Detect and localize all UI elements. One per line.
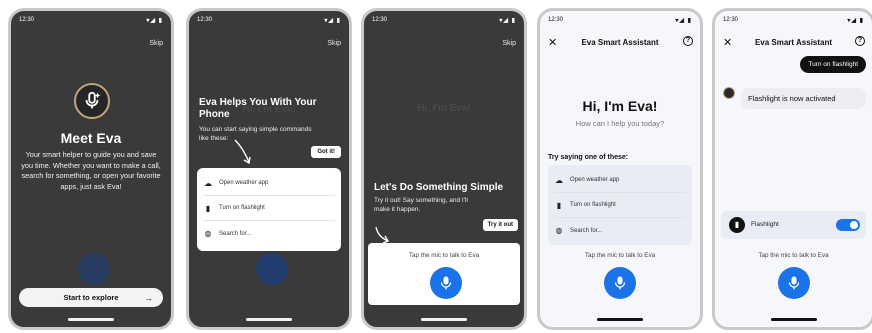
eva-logo-icon <box>74 83 110 119</box>
status-time: 12:30 <box>372 17 388 23</box>
status-time: 12:30 <box>548 17 564 23</box>
mic-button[interactable] <box>778 267 810 299</box>
arrow-right-icon: → <box>144 292 153 303</box>
status-time: 12:30 <box>19 17 35 23</box>
app-title: Eva Smart Assistant <box>754 38 833 47</box>
status-icons: ▾◢ ▮ <box>146 18 163 24</box>
gesture-bar <box>246 318 292 321</box>
status-bar: 12:30 ▾◢ ▮ <box>723 17 864 27</box>
suggestion-item[interactable]: ☁ Open weather app <box>554 168 686 193</box>
status-time: 12:30 <box>723 17 739 23</box>
mic-panel: Tap the mic to talk to Eva <box>368 243 520 305</box>
globe-icon: ◍ <box>204 229 212 238</box>
suggestion-item[interactable]: ◍ Search for... <box>554 218 686 243</box>
suggestion-item[interactable]: ◍ Search for... <box>203 221 335 246</box>
gesture-bar <box>770 318 817 321</box>
suggestions-card: ☁ Open weather app ▮ Turn on flashlight ◍ S… <box>548 165 692 245</box>
try-saying-label: Try saying one of these: <box>548 154 629 161</box>
flashlight-toggle-card: ▮ Flashlight <box>721 211 866 239</box>
phone-screen-assistant-home: 12:30 ▾◢ ▮ ✕ Eva Smart Assistant ? Hi, I… <box>537 8 703 330</box>
suggestions-card: ☁ Open weather app ▮ Turn on flashlight ◍ S… <box>197 168 341 251</box>
greeting-title: Hi, I'm Eva! <box>582 98 658 114</box>
mic-placeholder-icon <box>256 253 288 285</box>
assistant-message-bubble: Flashlight is now activated <box>741 88 866 109</box>
mic-button[interactable] <box>430 267 462 299</box>
suggestion-item[interactable]: ▮ Turn on flashlight <box>203 196 335 221</box>
skip-button[interactable]: Skip <box>327 40 341 47</box>
help-icon[interactable]: ? <box>855 36 865 46</box>
coach-subtitle: You can start saying simple commands lik… <box>199 126 312 142</box>
mic-icon <box>440 276 452 290</box>
flashlight-label: Flashlight <box>751 221 779 228</box>
tap-mic-hint: Tap the mic to talk to Eva <box>408 252 480 259</box>
coach-title: Let's Do Something Simple <box>374 182 504 193</box>
background-greeting: Hi, I'm Eva! <box>417 103 471 114</box>
suggestion-label: Open weather app <box>219 180 269 186</box>
app-title: Eva Smart Assistant <box>581 38 659 47</box>
phone-screen-flashlight-result: 12:30 ▾◢ ▮ ✕ Eva Smart Assistant ? Turn … <box>712 8 872 330</box>
mic-icon <box>614 276 626 290</box>
mic-button[interactable] <box>604 267 636 299</box>
flashlight-toggle[interactable] <box>836 219 860 231</box>
onboarding-screens: 12:30 ▾◢ ▮ Skip Meet Eva Your smart help… <box>0 0 872 333</box>
gesture-bar <box>597 318 643 321</box>
flashlight-icon: ▮ <box>556 200 562 210</box>
mic-placeholder-icon <box>78 253 110 285</box>
phone-screen-try-it: 12:30 ▾◢ ▮ Skip Hi, I'm Eva! Let's Do So… <box>361 8 527 330</box>
got-it-button[interactable]: Got it! <box>311 146 341 158</box>
suggestion-label: Search for... <box>570 227 603 234</box>
tap-mic-hint: Tap the mic to talk to Eva <box>584 252 656 259</box>
cloud-icon: ☁ <box>204 178 212 188</box>
hand-drawn-arrow-icon <box>375 226 390 244</box>
skip-button[interactable]: Skip <box>149 40 163 47</box>
intro-description: Your smart helper to guide you and save … <box>21 150 161 191</box>
phone-screen-helps-you: 12:30 ▾◢ ▮ Skip Hi, I'm Eva! Eva Helps Y… <box>186 8 352 330</box>
toggle-knob <box>850 221 858 229</box>
help-icon[interactable]: ? <box>683 36 693 46</box>
tap-mic-hint: Tap the mic to talk to Eva <box>758 252 829 259</box>
gesture-bar <box>68 318 114 321</box>
coach-title: Eva Helps You With Your Phone <box>199 97 317 120</box>
suggestion-label: Turn on flashlight <box>570 202 616 208</box>
suggestion-label: Search for... <box>219 230 252 237</box>
try-it-out-button[interactable]: Try it out <box>482 219 518 231</box>
status-time: 12:30 <box>197 17 213 23</box>
start-explore-button[interactable]: Start to explore → <box>19 288 163 307</box>
status-icons: ▾◢ ▮ <box>499 18 516 24</box>
status-icons: ▾◢ ▮ <box>324 18 341 24</box>
page-title: Meet Eva <box>60 130 122 146</box>
status-bar: 12:30 ▾◢ ▮ <box>548 17 692 27</box>
cloud-icon: ☁ <box>555 175 563 185</box>
globe-icon: ◍ <box>555 226 563 235</box>
status-bar: 12:30 ▾◢ ▮ <box>197 17 341 27</box>
flashlight-icon: ▮ <box>205 203 211 213</box>
suggestion-label: Turn on flashlight <box>219 205 265 211</box>
greeting-subtitle: How can I help you today? <box>575 119 665 128</box>
hand-drawn-arrow-icon <box>234 139 251 165</box>
suggestion-item[interactable]: ☁ Open weather app <box>203 171 335 196</box>
skip-button[interactable]: Skip <box>502 40 516 47</box>
suggestion-item[interactable]: ▮ Turn on flashlight <box>554 193 686 218</box>
phone-screen-meet-eva: 12:30 ▾◢ ▮ Skip Meet Eva Your smart help… <box>8 8 174 330</box>
user-message-bubble: Turn on flashlight <box>800 56 866 73</box>
status-icons: ▾◢ ▮ <box>847 18 864 24</box>
mic-icon <box>788 276 800 290</box>
flashlight-icon: ▮ <box>729 217 745 233</box>
status-icons: ▾◢ ▮ <box>675 18 692 24</box>
assistant-avatar <box>723 87 735 99</box>
status-bar: 12:30 ▾◢ ▮ <box>372 17 516 27</box>
gesture-bar <box>421 318 467 321</box>
start-explore-label: Start to explore <box>63 293 119 302</box>
coach-subtitle: Try it out! Say something, and I'll make… <box>374 197 468 213</box>
status-bar: 12:30 ▾◢ ▮ <box>19 17 163 27</box>
suggestion-label: Open weather app <box>570 177 620 183</box>
